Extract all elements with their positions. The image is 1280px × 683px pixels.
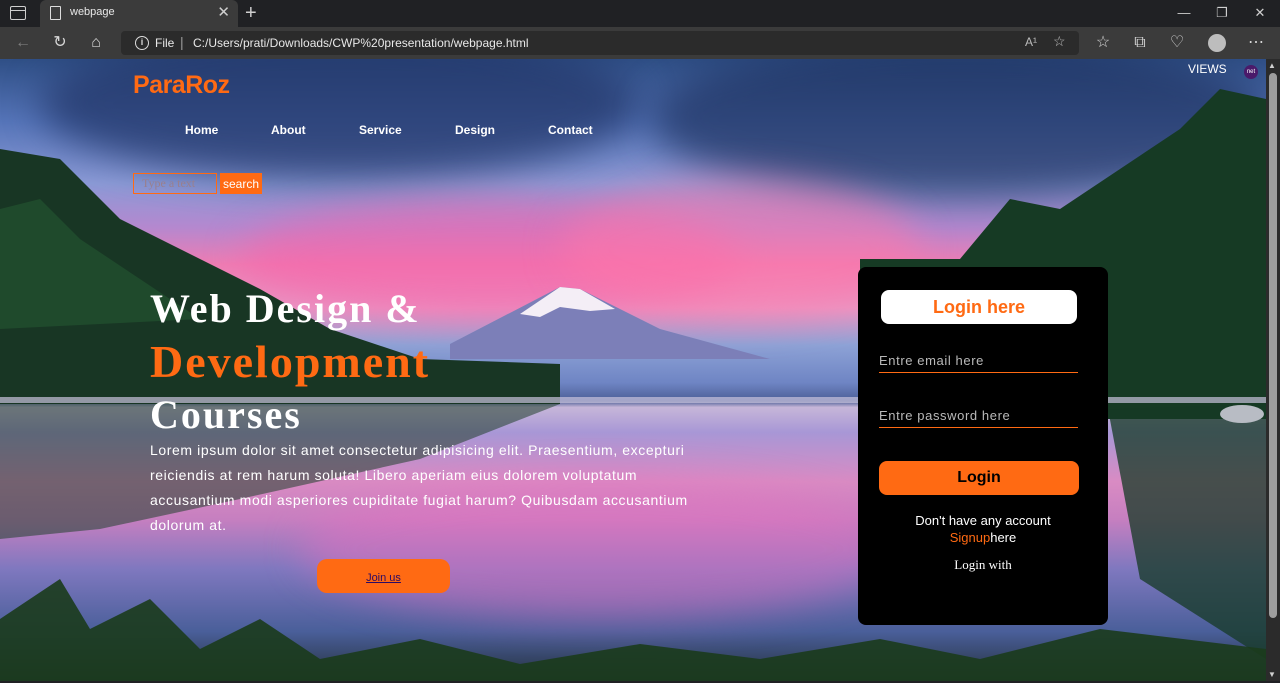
page-scrollbar[interactable]: ▲ ▼: [1266, 59, 1280, 681]
more-options-icon[interactable]: ⋯: [1246, 33, 1266, 53]
hero-description: Lorem ipsum dolor sit amet consectetur a…: [150, 442, 688, 533]
document-icon: [50, 6, 61, 20]
back-icon[interactable]: ←: [13, 33, 33, 53]
tab-title: webpage: [70, 6, 115, 18]
info-icon[interactable]: i: [135, 36, 149, 50]
nav-contact[interactable]: Contact: [548, 123, 593, 137]
address-scheme: File: [155, 36, 175, 50]
site-logo[interactable]: ParaRoz: [133, 71, 230, 100]
close-tab-icon[interactable]: ✕: [217, 3, 230, 23]
browser-tab[interactable]: webpage ✕: [40, 0, 238, 27]
email-field[interactable]: [879, 349, 1078, 373]
hero-title-line1: Web Design &: [150, 286, 421, 331]
browser-toolbar: ← ↻ ⌂ i File | C:/Users/prati/Downloads/…: [0, 27, 1280, 59]
add-favorite-icon[interactable]: ☆: [1053, 33, 1066, 50]
read-aloud-icon[interactable]: A¹: [1025, 35, 1037, 49]
scroll-up-icon[interactable]: ▲: [1268, 61, 1276, 70]
hero-title: Web Design & Development Courses: [150, 285, 430, 439]
nav-about[interactable]: About: [271, 123, 306, 137]
scroll-thumb[interactable]: [1269, 73, 1277, 618]
hero-title-line2: Development: [150, 336, 431, 387]
login-form: Login here Login Don't have any account …: [858, 267, 1108, 625]
watermark-logo: VIEWS: [1188, 62, 1227, 76]
nav-home[interactable]: Home: [185, 123, 218, 137]
nav-service[interactable]: Service: [359, 123, 402, 137]
rock: [1220, 405, 1264, 423]
login-button[interactable]: Login: [879, 461, 1079, 495]
page-viewport: ParaRoz Home About Service Design Contac…: [0, 59, 1266, 681]
hero-title-line3: Courses: [150, 392, 302, 437]
join-us-button[interactable]: Join us: [317, 559, 450, 593]
search-input[interactable]: [133, 173, 217, 194]
collections-icon[interactable]: ⧉: [1130, 33, 1150, 53]
login-heading: Login here: [881, 290, 1077, 324]
health-icon[interactable]: ♡: [1167, 33, 1187, 53]
browser-tab-bar: webpage ✕ + — ❐ ✕: [0, 0, 1280, 27]
signup-here-text: here: [990, 530, 1017, 545]
profile-avatar[interactable]: [1208, 34, 1226, 52]
address-separator: |: [180, 34, 184, 50]
signup-prompt: Don't have any account Signuphere: [858, 512, 1108, 546]
home-icon[interactable]: ⌂: [86, 33, 106, 53]
new-tab-icon[interactable]: +: [245, 1, 257, 25]
mountain: [450, 287, 770, 359]
password-field[interactable]: [879, 404, 1078, 428]
scroll-down-icon[interactable]: ▼: [1268, 670, 1276, 679]
join-us-link[interactable]: Join us: [366, 572, 401, 584]
address-url[interactable]: C:/Users/prati/Downloads/CWP%20presentat…: [193, 36, 529, 50]
window-close-icon[interactable]: ✕: [1250, 4, 1270, 22]
address-bar[interactable]: i File | C:/Users/prati/Downloads/CWP%20…: [121, 31, 1079, 55]
nav-design[interactable]: Design: [455, 123, 495, 137]
tab-actions-icon[interactable]: [10, 6, 26, 20]
restore-icon[interactable]: ❐: [1212, 4, 1232, 22]
favorites-icon[interactable]: ☆: [1093, 33, 1113, 53]
signup-link[interactable]: Signup: [950, 530, 990, 545]
search-button[interactable]: search: [220, 173, 262, 194]
refresh-icon[interactable]: ↻: [50, 33, 70, 53]
forest-reflection: [1108, 404, 1266, 659]
login-with-label: Login with: [954, 557, 1012, 572]
minimize-icon[interactable]: —: [1174, 4, 1194, 22]
no-account-text: Don't have any account: [915, 513, 1051, 528]
watermark-badge: net: [1244, 65, 1258, 79]
